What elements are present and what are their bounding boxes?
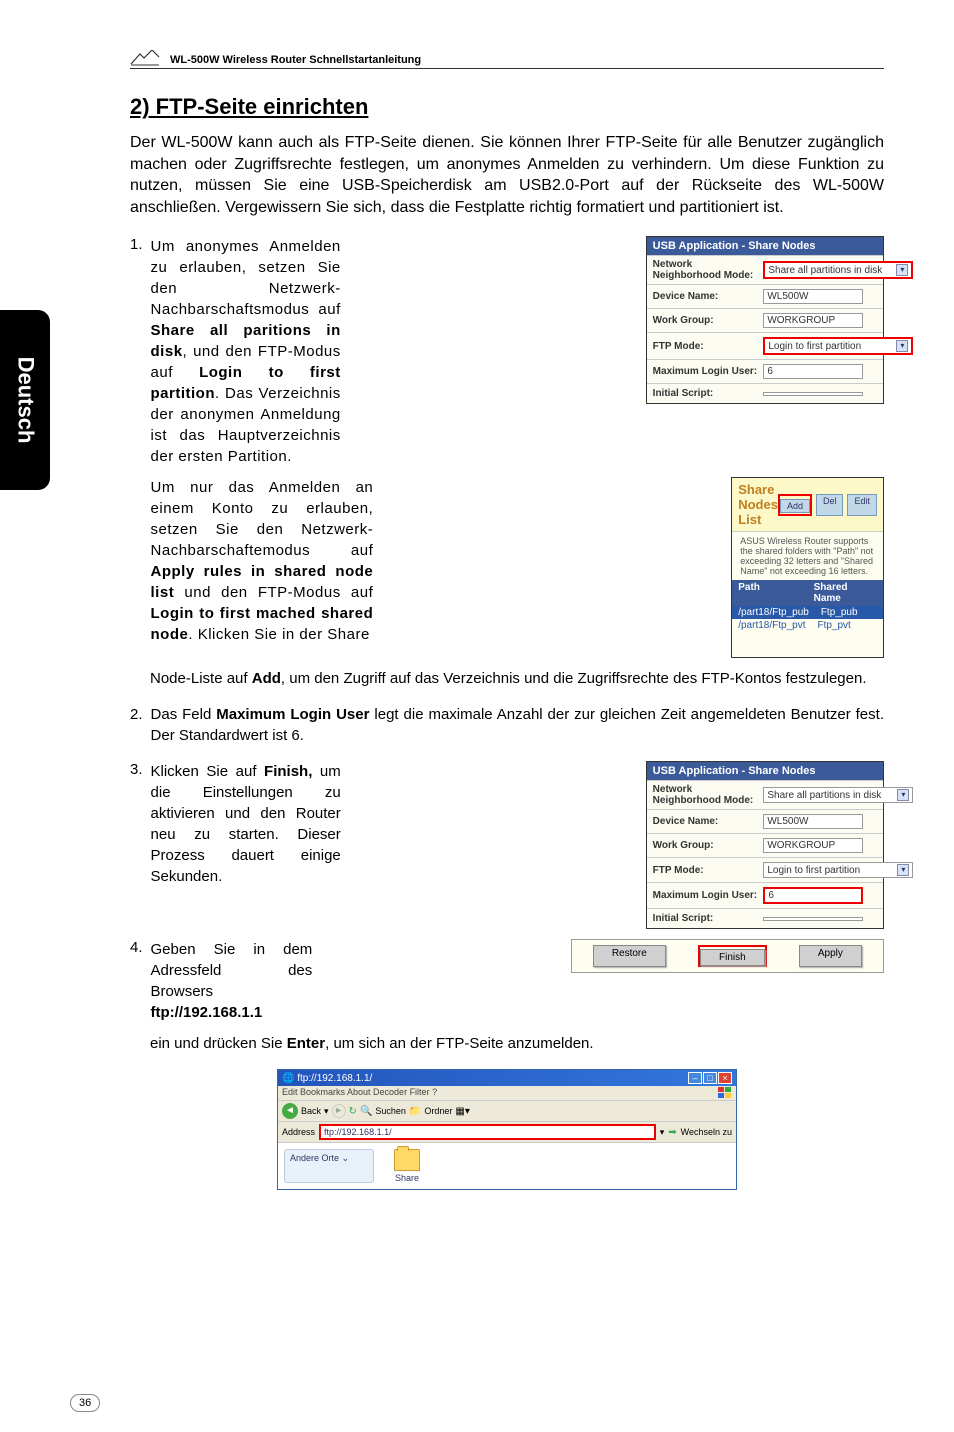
folder-icon [394,1149,420,1171]
folders-icon[interactable]: 📁 [409,1106,421,1117]
dropdown-icon[interactable]: ▾ [896,340,908,352]
step3-text: Klicken Sie auf Finish, um die Einstellu… [151,761,341,887]
section-title: 2) FTP-Seite einrichten [130,94,884,120]
share-row-2[interactable]: /part18/Ftp_pvt Ftp_pvt [732,619,883,632]
share-row-1[interactable]: /part18/Ftp_pub Ftp_pub [732,606,883,619]
step1-text-a: Um anonymes Anmelden zu erlauben, setzen… [151,236,341,467]
forward-icon[interactable]: ► [332,1104,346,1118]
refresh-icon[interactable]: ↻ [349,1106,357,1117]
page-number: 36 [70,1394,100,1412]
folder-item[interactable]: Share [394,1149,420,1183]
add-button[interactable]: Add [780,499,810,513]
views-icon[interactable]: ▦▾ [455,1106,469,1117]
header-title: WL-500W Wireless Router Schnellstartanle… [170,54,421,66]
restore-button[interactable]: Restore [593,945,666,967]
edit-button[interactable]: Edit [847,494,877,516]
neighborhood-mode-select[interactable]: Share all partitions in disk▾ [763,261,913,279]
browser-toolbar: ◄ Back ▾ ► ↻ 🔍 Suchen 📁 Ordner ▦▾ [278,1101,736,1122]
step4-continuation: ein und drücken Sie Enter, um sich an de… [150,1033,884,1054]
step4-text: Geben Sie in dem Adressfeld des Browsers… [151,939,313,1023]
initial-script-input[interactable] [763,392,863,396]
maximize-icon[interactable]: □ [703,1072,717,1084]
panel-title-2: USB Application - Share Nodes [647,762,883,780]
workgroup-input-2[interactable]: WORKGROUP [763,838,863,853]
share-list-title: Share Nodes List [738,482,778,527]
apply-button[interactable]: Apply [799,945,862,967]
device-name-input[interactable]: WL500W [763,289,863,304]
del-button[interactable]: Del [816,494,844,516]
finish-button[interactable]: Finish [700,949,765,966]
screenshot-share-nodes-2: USB Application - Share Nodes Network Ne… [646,761,884,929]
chevron-icon: ⌄ [342,1153,350,1163]
back-icon[interactable]: ◄ [282,1103,298,1119]
screenshot-browser: 🌐 ftp://192.168.1.1/ – □ × Edit Bookmark… [277,1069,737,1190]
dropdown-icon[interactable]: ▾ [896,264,908,276]
step1-number: 1. [130,236,143,253]
initial-script-input-2[interactable] [763,917,863,921]
browser-menu[interactable]: Edit Bookmarks About Decoder Filter ? [278,1086,736,1101]
language-tab: Deutsch [0,310,50,490]
step1-text-b: Um nur das Anmelden an einem Konto zu er… [151,477,374,645]
close-icon[interactable]: × [718,1072,732,1084]
go-icon[interactable]: ➡ [668,1127,676,1138]
page-header: WL-500W Wireless Router Schnellstartanle… [130,50,884,69]
step1-continuation: Node-Liste auf Add, um den Zugriff auf d… [150,668,884,689]
logo-icon [130,50,160,66]
browser-title: 🌐 ftp://192.168.1.1/ [282,1073,372,1084]
step4-number: 4. [130,939,143,956]
search-icon[interactable]: 🔍 [360,1106,372,1117]
step3-number: 3. [130,761,143,778]
screenshot-bottom-buttons: Restore Finish Apply [571,939,884,973]
col-path: Path [732,580,807,606]
ftp-mode-select-2[interactable]: Login to first partition▾ [763,862,913,878]
ftp-mode-select[interactable]: Login to first partition▾ [763,337,913,355]
workgroup-input[interactable]: WORKGROUP [763,313,863,328]
max-login-input-2[interactable]: 6 [763,887,863,904]
dropdown-icon[interactable]: ▾ [897,864,909,876]
col-sharedname: Shared Name [808,580,883,606]
address-input[interactable]: ftp://192.168.1.1/ [319,1124,656,1140]
max-login-input[interactable]: 6 [763,364,863,379]
dropdown-icon[interactable]: ▾ [897,789,909,801]
browser-sidebar[interactable]: Andere Orte ⌄ [284,1149,374,1183]
screenshot-share-nodes-1: USB Application - Share Nodes Network Ne… [646,236,884,404]
browser-address-bar: Address ftp://192.168.1.1/ ▾ ➡ Wechseln … [278,1122,736,1143]
neighborhood-mode-select-2[interactable]: Share all partitions in disk▾ [763,787,913,803]
step2: 2. Das Feld Maximum Login User legt die … [130,704,884,746]
minimize-icon[interactable]: – [688,1072,702,1084]
windows-logo-icon [718,1087,732,1099]
panel-title-1: USB Application - Share Nodes [647,237,883,255]
device-name-input-2[interactable]: WL500W [763,814,863,829]
share-list-description: ASUS Wireless Router supports the shared… [732,531,883,580]
intro-paragraph: Der WL-500W kann auch als FTP-Seite dien… [130,132,884,218]
screenshot-share-nodes-list: Share Nodes List Add Del Edit ASUS Wirel… [731,477,884,658]
